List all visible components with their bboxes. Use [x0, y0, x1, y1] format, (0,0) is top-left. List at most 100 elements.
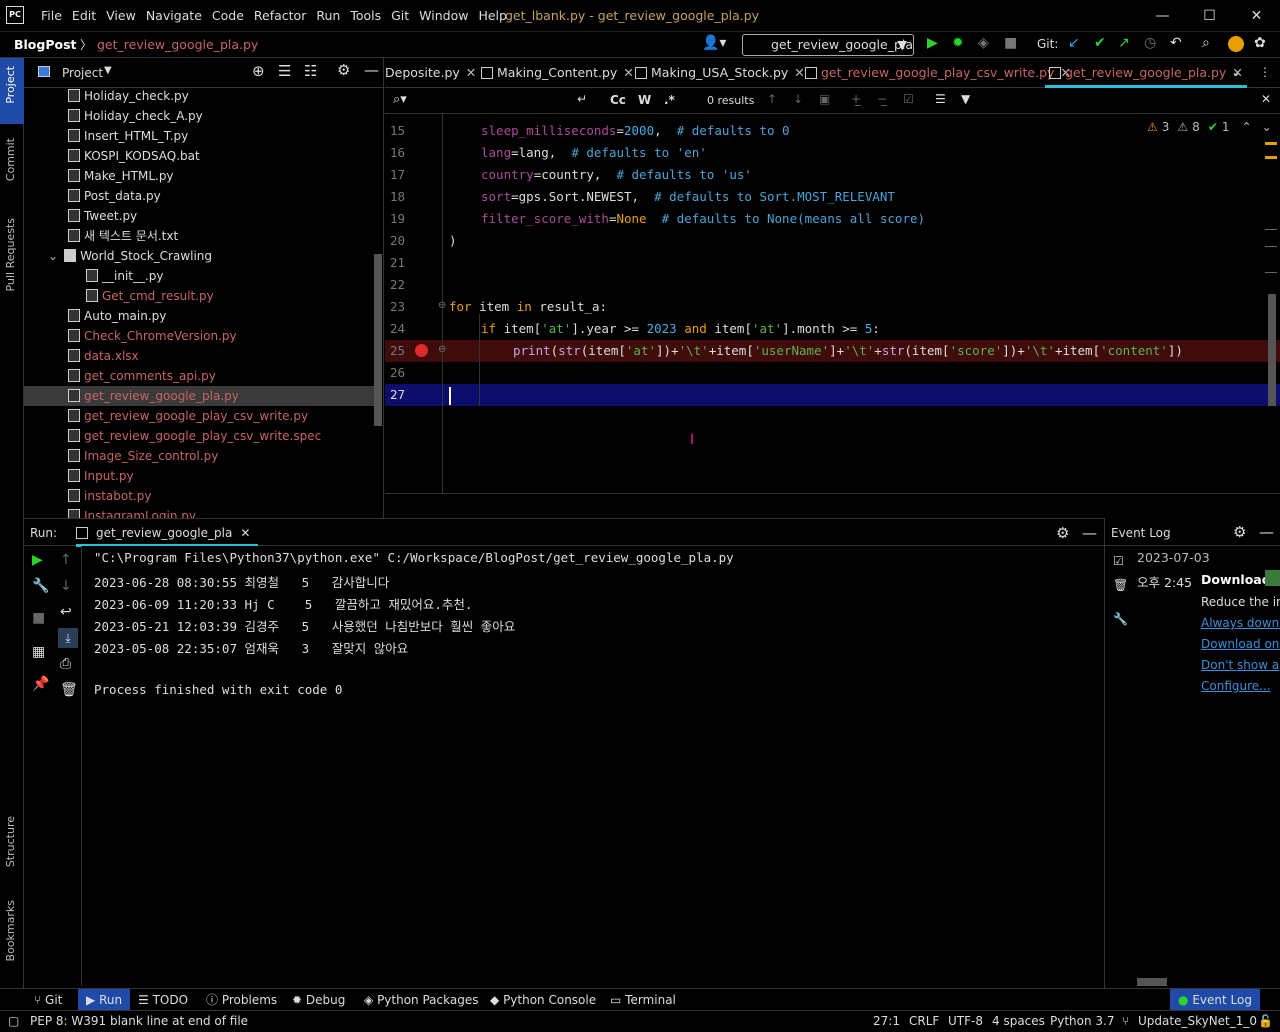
tree-item[interactable]: get_review_google_play_csv_write.spec — [68, 426, 321, 446]
error-stripe-mark[interactable] — [1265, 246, 1277, 247]
strip-bookmarks[interactable]: Bookmarks — [4, 900, 17, 961]
wrench-icon[interactable]: 🔧 — [1113, 612, 1128, 626]
search-icon[interactable]: ⌕▾ — [393, 92, 407, 107]
menu-navigate[interactable]: Navigate — [141, 0, 207, 32]
tree-item[interactable]: Post_data.py — [68, 186, 161, 206]
gear-icon[interactable]: ⚙ — [1056, 524, 1069, 542]
tree-item[interactable]: Make_HTML.py — [68, 166, 174, 186]
collapse-all-icon[interactable]: ☷ — [304, 62, 317, 80]
hide-panel-icon[interactable]: — — [364, 61, 379, 79]
more-tabs-icon[interactable]: ⋮ — [1259, 65, 1271, 79]
up-icon[interactable]: ↑ — [60, 552, 72, 568]
tool-git[interactable]: ⑂ Git — [34, 989, 62, 1011]
regex-toggle[interactable]: .* — [664, 93, 675, 107]
tree-item[interactable]: 새 텍스트 문서.txt — [68, 226, 178, 246]
chevron-down-icon[interactable]: ⌄ — [1262, 120, 1272, 134]
wrench-icon[interactable]: 🔧 — [32, 578, 49, 594]
tool-terminal[interactable]: ▭ Terminal — [610, 989, 676, 1011]
project-scrollbar[interactable] — [374, 254, 382, 426]
breadcrumb-file[interactable]: get_review_google_pla.py — [97, 37, 258, 52]
debug-icon[interactable]: ✹ — [952, 35, 964, 51]
close-tab-icon[interactable]: ✕ — [240, 526, 250, 540]
tree-folder[interactable]: ⌄ World_Stock_Crawling — [48, 246, 212, 266]
menu-code[interactable]: Code — [207, 0, 249, 32]
trash-icon[interactable]: 🗑 — [1113, 578, 1128, 592]
menu-edit[interactable]: Edit — [67, 0, 101, 32]
error-stripe-mark[interactable] — [1265, 229, 1277, 230]
project-panel-title[interactable]: Project — [62, 66, 103, 80]
inspection-widget[interactable]: ⚠ 3 ⚠ 8 ✔ 1 ⌃ ⌄ — [1147, 120, 1272, 134]
new-line-icon[interactable]: ↵ — [577, 92, 587, 106]
tree-item[interactable]: Tweet.py — [68, 206, 137, 226]
fold-icon[interactable]: ⊖ — [438, 344, 446, 355]
git-branch[interactable]: Update_SkyNet_1_0 — [1138, 1014, 1257, 1028]
event-link-always-download[interactable]: Always downl — [1201, 613, 1280, 634]
menu-run[interactable]: Run — [311, 0, 345, 32]
error-stripe-mark[interactable] — [1265, 272, 1277, 273]
filter-icon[interactable]: ▼ — [961, 92, 970, 106]
close-tab-icon[interactable]: ✕ — [623, 65, 633, 80]
close-icon[interactable]: ✕ — [1261, 92, 1271, 106]
git-update-icon[interactable]: ↙ — [1068, 35, 1080, 51]
run-config-select[interactable]: get_review_google_pla ▼ — [742, 34, 914, 56]
layout-icon[interactable]: ▦ — [32, 644, 45, 660]
tab-get-review-csv[interactable]: get_review_google_play_csv_write.py ✕ — [805, 58, 1071, 88]
minimize-icon[interactable]: — — [1139, 1, 1186, 31]
tool-event-log[interactable]: ● Event Log — [1170, 989, 1260, 1011]
error-stripe-mark[interactable] — [1265, 156, 1277, 159]
error-stripe-mark[interactable] — [1265, 142, 1277, 145]
tool-python-console[interactable]: ◆ Python Console — [490, 989, 596, 1011]
editor-gutter[interactable]: 15 16 17 18 19 20 21 22 23 24 25 26 27 ⊖… — [385, 114, 446, 494]
stop-icon[interactable]: ■ — [1004, 35, 1017, 51]
menu-view[interactable]: View — [101, 0, 141, 32]
strip-structure[interactable]: Structure — [4, 816, 17, 867]
caret-position[interactable]: 27:1 — [873, 1014, 900, 1028]
event-log-scrollbar[interactable] — [1137, 978, 1167, 986]
breakpoint-icon[interactable] — [415, 344, 428, 357]
event-link-dont-show[interactable]: Don't show ag — [1201, 655, 1280, 676]
tree-item[interactable]: Input.py — [68, 466, 134, 486]
coverage-icon[interactable]: ◈ — [978, 35, 989, 51]
pin-icon[interactable]: 📌 — [32, 676, 49, 692]
hide-panel-icon[interactable]: — — [1259, 523, 1274, 541]
print-icon[interactable]: ⎙ — [60, 656, 71, 672]
breadcrumb-project[interactable]: BlogPost — [14, 37, 77, 52]
tab-making-content[interactable]: Making_Content.py ✕ — [481, 58, 634, 88]
add-selection-icon[interactable]: +̲ — [851, 92, 861, 106]
file-encoding[interactable]: UTF-8 — [948, 1014, 983, 1028]
expand-all-icon[interactable]: ☰ — [278, 62, 291, 80]
prev-occurrence-icon[interactable]: ↑ — [767, 92, 777, 106]
tool-problems[interactable]: ⓘ Problems — [206, 989, 277, 1011]
mark-read-icon[interactable]: ☑ — [1113, 554, 1124, 568]
tab-get-review-google-pla[interactable]: get_review_google_pla.py ✕ — [1045, 58, 1247, 88]
rollback-icon[interactable]: ↶ — [1170, 35, 1182, 51]
tree-item[interactable]: get_comments_api.py — [68, 366, 216, 386]
run-icon[interactable]: ▶ — [927, 35, 938, 51]
strip-pull-requests[interactable]: Pull Requests — [4, 218, 17, 291]
gear-icon[interactable]: ⚙ — [337, 61, 350, 79]
menu-window[interactable]: Window — [414, 0, 473, 32]
tab-making-usa-stock[interactable]: Making_USA_Stock.py ✕ — [635, 58, 805, 88]
fold-icon[interactable]: ⊖ — [438, 300, 446, 311]
tree-item[interactable]: InstagramLogin.py — [68, 506, 196, 518]
locate-icon[interactable]: ⊕ — [252, 62, 265, 80]
status-message[interactable]: PEP 8: W391 blank line at end of file — [30, 1014, 248, 1028]
maximize-icon[interactable]: ☐ — [1186, 1, 1233, 31]
tree-item[interactable]: KOSPI_KODSAQ.bat — [68, 146, 200, 166]
tool-run[interactable]: ▶ Run — [78, 989, 131, 1011]
remove-selection-icon[interactable]: −̲ — [877, 92, 887, 106]
rerun-icon[interactable]: ▶ — [32, 552, 43, 568]
indent-setting[interactable]: 4 spaces — [992, 1014, 1045, 1028]
tool-debug[interactable]: ✹ Debug — [292, 989, 345, 1011]
down-icon[interactable]: ↓ — [60, 578, 72, 594]
hide-panel-icon[interactable]: — — [1082, 524, 1097, 542]
close-icon[interactable]: ✕ — [1233, 1, 1280, 31]
tree-item[interactable]: Holiday_check_A.py — [68, 106, 203, 126]
select-all-occurrences-icon[interactable]: ☑ — [903, 92, 914, 106]
line-separator[interactable]: CRLF — [909, 1014, 939, 1028]
menu-tools[interactable]: Tools — [345, 0, 386, 32]
update-icon[interactable] — [1228, 36, 1244, 52]
tree-item[interactable]: Get_cmd_result.py — [86, 286, 214, 306]
tree-item[interactable]: Image_Size_control.py — [68, 446, 218, 466]
lock-icon[interactable]: 🔓 — [1258, 1014, 1273, 1028]
